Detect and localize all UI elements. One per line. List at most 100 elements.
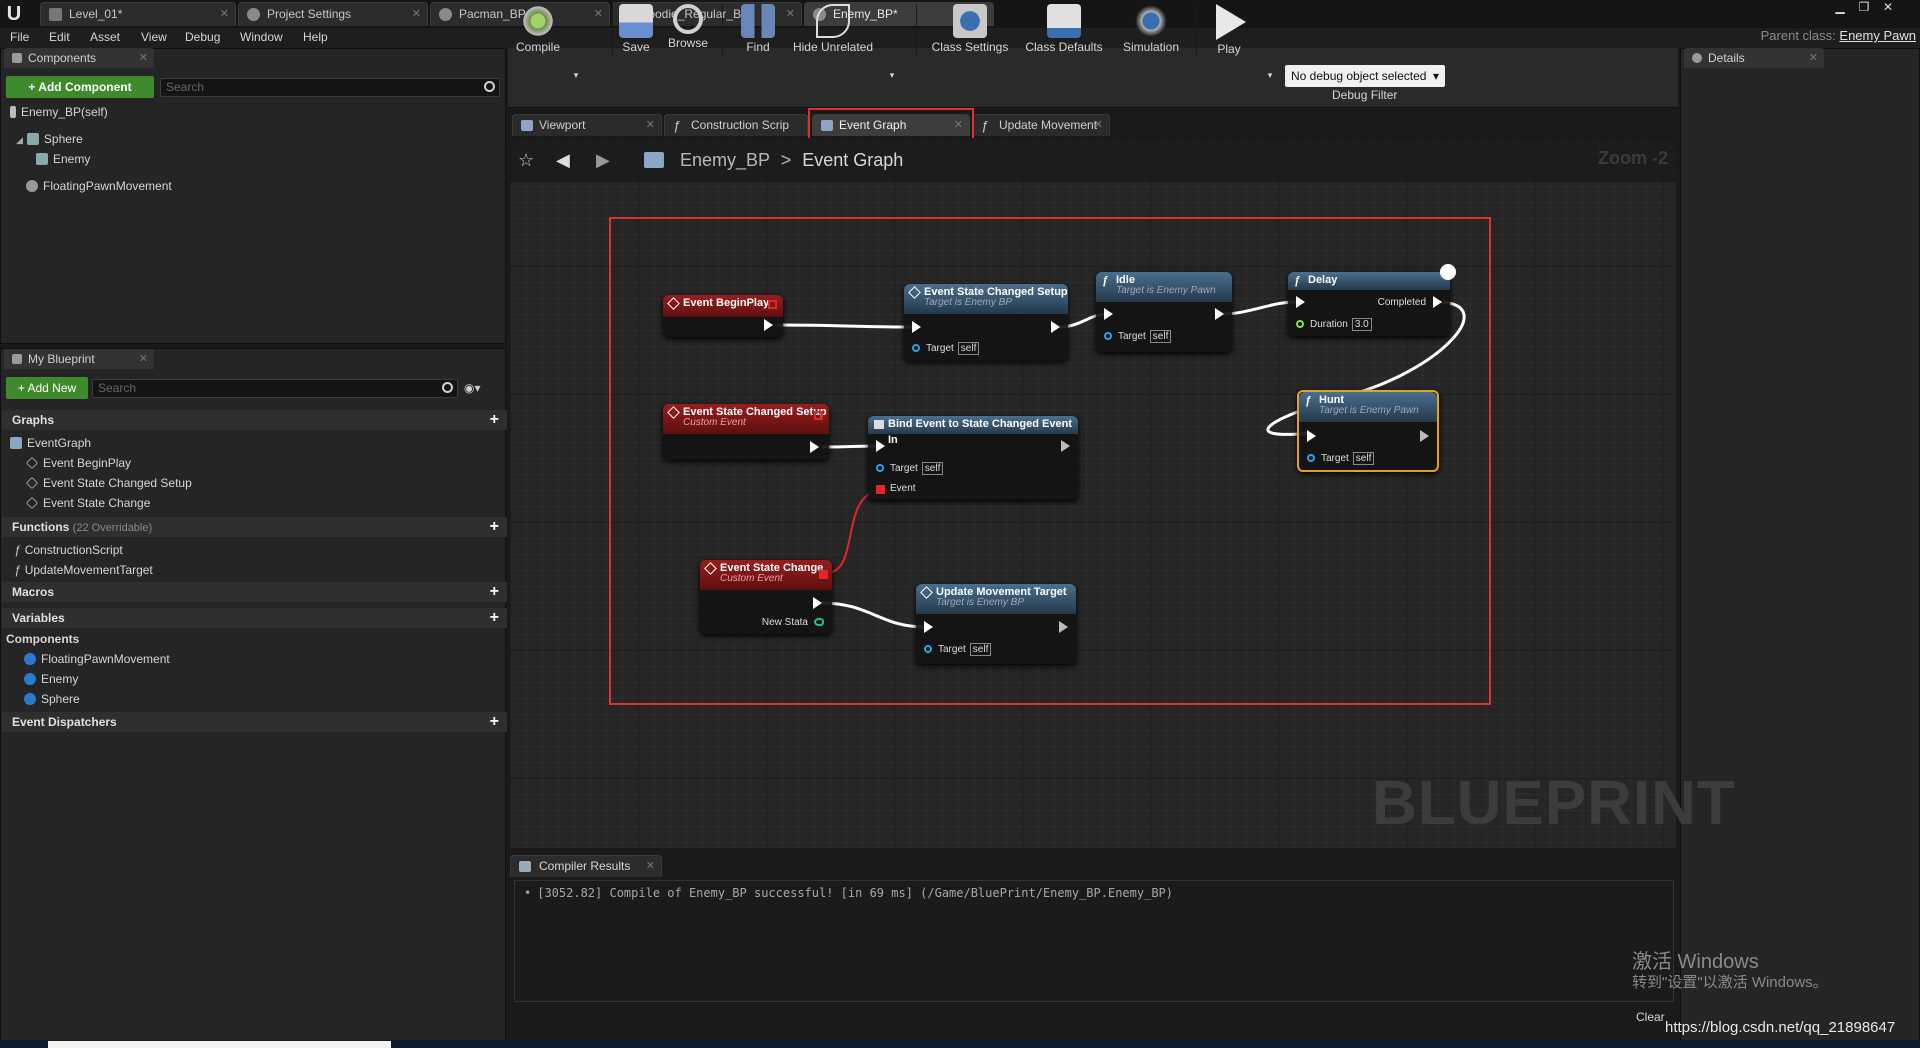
exec-out-pin[interactable] (1215, 308, 1224, 320)
close-icon[interactable]: ✕ (412, 3, 421, 25)
debug-object-select[interactable]: No debug object selected ▾ (1285, 65, 1445, 87)
component-root[interactable]: Enemy_BP(self) (10, 105, 108, 119)
compiler-results-tab[interactable]: Compiler Results ✕ (510, 855, 662, 877)
duration-value-field[interactable]: 3.0 (1351, 318, 1372, 331)
exec-out-pin[interactable] (764, 319, 773, 331)
target-pin[interactable] (912, 344, 920, 352)
graph-event-graph[interactable]: EventGraph (10, 436, 91, 450)
tab-update-movement[interactable]: ƒ Update Movement ✕ (972, 114, 1110, 136)
favorite-star-icon[interactable]: ☆ (518, 150, 534, 171)
target-pin[interactable] (1104, 332, 1112, 340)
section-variables[interactable]: Variables + (2, 608, 507, 628)
menu-view[interactable]: View (141, 30, 167, 44)
node-call-state-changed-setup[interactable]: Event State Changed Setup Target is Enemy… (904, 284, 1068, 361)
menu-window[interactable]: Window (240, 30, 283, 44)
completed-pin[interactable] (1433, 296, 1442, 308)
minimize-icon[interactable]: ▁ (1828, 0, 1852, 16)
exec-out-pin[interactable] (1061, 440, 1070, 452)
node-delay[interactable]: ƒ Delay Completed Duration 3.0 (1288, 264, 1456, 336)
add-variable-icon[interactable]: + (490, 608, 499, 628)
components-panel-tab[interactable]: Components ✕ (4, 48, 154, 68)
exec-out-pin[interactable] (1420, 430, 1429, 442)
event-begin-play-item[interactable]: Event BeginPlay (26, 456, 131, 470)
target-pin[interactable] (876, 464, 884, 472)
hide-unrelated-button[interactable]: Hide Unrelated (790, 4, 876, 54)
exec-out-pin[interactable] (1051, 321, 1060, 333)
parent-class-link[interactable]: Enemy Pawn (1839, 28, 1916, 43)
close-icon[interactable]: ✕ (646, 115, 655, 135)
exec-in-pin[interactable] (1296, 296, 1305, 308)
menu-file[interactable]: File (10, 30, 29, 44)
event-delegate-pin[interactable] (876, 485, 885, 494)
my-blueprint-search-input[interactable]: Search (92, 379, 458, 398)
menu-edit[interactable]: Edit (49, 30, 70, 44)
section-graphs[interactable]: Graphs + (2, 410, 507, 430)
target-pin[interactable] (1307, 454, 1315, 462)
forward-arrow-icon[interactable]: ▶ (596, 150, 610, 171)
var-sphere[interactable]: Sphere (24, 692, 80, 706)
node-idle[interactable]: ƒ Idle Target is Enemy Pawn Target self (1096, 272, 1232, 352)
node-bind-event[interactable]: Bind Event to State Changed Event In Tar… (868, 416, 1078, 500)
enum-pin[interactable] (814, 618, 824, 626)
exec-in-pin[interactable] (876, 440, 885, 452)
doc-tab-level[interactable]: Level_01* ✕ (40, 2, 236, 26)
menu-help[interactable]: Help (303, 30, 328, 44)
delegate-pin[interactable] (814, 411, 823, 420)
close-icon[interactable]: ✕ (220, 3, 229, 25)
node-update-movement-target[interactable]: Update Movement Target Target is Enemy BP… (916, 584, 1076, 664)
simulation-button[interactable]: Simulation (1116, 4, 1186, 54)
section-functions[interactable]: Functions (22 Overridable) + (2, 517, 507, 537)
section-event-dispatchers[interactable]: Event Dispatchers + (2, 712, 507, 732)
section-macros[interactable]: Macros + (2, 582, 507, 602)
browse-button[interactable]: Browse (664, 4, 712, 50)
node-event-beginplay[interactable]: Event BeginPlay (663, 295, 783, 337)
class-defaults-button[interactable]: Class Defaults (1022, 4, 1106, 54)
event-state-change-item[interactable]: Event State Change (26, 496, 150, 510)
function-construction-script[interactable]: ƒ ConstructionScript (14, 543, 123, 557)
restore-icon[interactable]: ❐ (1852, 0, 1876, 16)
doc-tab-project-settings[interactable]: Project Settings ✕ (238, 2, 428, 26)
node-hunt[interactable]: ƒ Hunt Target is Enemy Pawn Target self (1297, 390, 1439, 472)
component-sphere[interactable]: ◢ Sphere (16, 132, 83, 146)
close-icon[interactable]: ✕ (139, 48, 148, 68)
compile-options-dropdown[interactable]: ▾ (570, 70, 582, 81)
add-macro-icon[interactable]: + (490, 582, 499, 602)
close-icon[interactable]: ✕ (1809, 48, 1818, 68)
play-options-dropdown[interactable]: ▾ (1264, 70, 1276, 81)
hide-unrelated-dropdown[interactable]: ▾ (886, 70, 898, 81)
exec-out-pin[interactable] (813, 597, 822, 609)
component-enemy[interactable]: Enemy (36, 152, 90, 166)
add-graph-icon[interactable]: + (490, 410, 499, 430)
close-window-icon[interactable]: ✕ (1876, 0, 1900, 16)
var-enemy[interactable]: Enemy (24, 672, 78, 686)
exec-out-pin[interactable] (810, 441, 819, 453)
expand-arrow-icon[interactable]: ◢ (16, 135, 23, 145)
menu-asset[interactable]: Asset (90, 30, 120, 44)
compile-button[interactable]: Compile (512, 4, 564, 54)
view-options-icon[interactable]: ◉▾ (464, 381, 481, 395)
breadcrumb-blueprint[interactable]: Enemy_BP (680, 150, 770, 170)
close-icon[interactable]: ✕ (139, 349, 148, 369)
exec-in-pin[interactable] (912, 321, 921, 333)
component-floating-pawn-movement[interactable]: FloatingPawnMovement (26, 179, 172, 193)
add-function-icon[interactable]: + (490, 517, 499, 537)
delegate-pin[interactable] (819, 570, 828, 579)
close-icon[interactable]: ✕ (1094, 115, 1103, 135)
close-icon[interactable]: ✕ (594, 3, 603, 25)
exec-in-pin[interactable] (1104, 308, 1113, 320)
duration-pin[interactable] (1296, 320, 1304, 328)
exec-in-pin[interactable] (1307, 430, 1316, 442)
add-new-button[interactable]: + Add New (6, 377, 88, 399)
event-state-changed-setup-item[interactable]: Event State Changed Setup (26, 476, 192, 490)
exec-in-pin[interactable] (924, 621, 933, 633)
node-event-state-change[interactable]: Event State Change Custom Event New Stata (700, 560, 832, 634)
function-update-movement-target[interactable]: ƒ UpdateMovementTarget (14, 563, 153, 577)
close-icon[interactable]: ✕ (646, 856, 655, 876)
details-tab[interactable]: Details ✕ (1684, 48, 1824, 68)
components-search-input[interactable]: Search (160, 78, 500, 97)
back-arrow-icon[interactable]: ◀ (556, 150, 570, 171)
tab-construction-script[interactable]: ƒ Construction Scrip (664, 114, 808, 136)
menu-debug[interactable]: Debug (185, 30, 220, 44)
find-button[interactable]: Find (738, 4, 778, 54)
node-event-state-changed-setup[interactable]: Event State Changed Setup Custom Event (663, 404, 829, 460)
